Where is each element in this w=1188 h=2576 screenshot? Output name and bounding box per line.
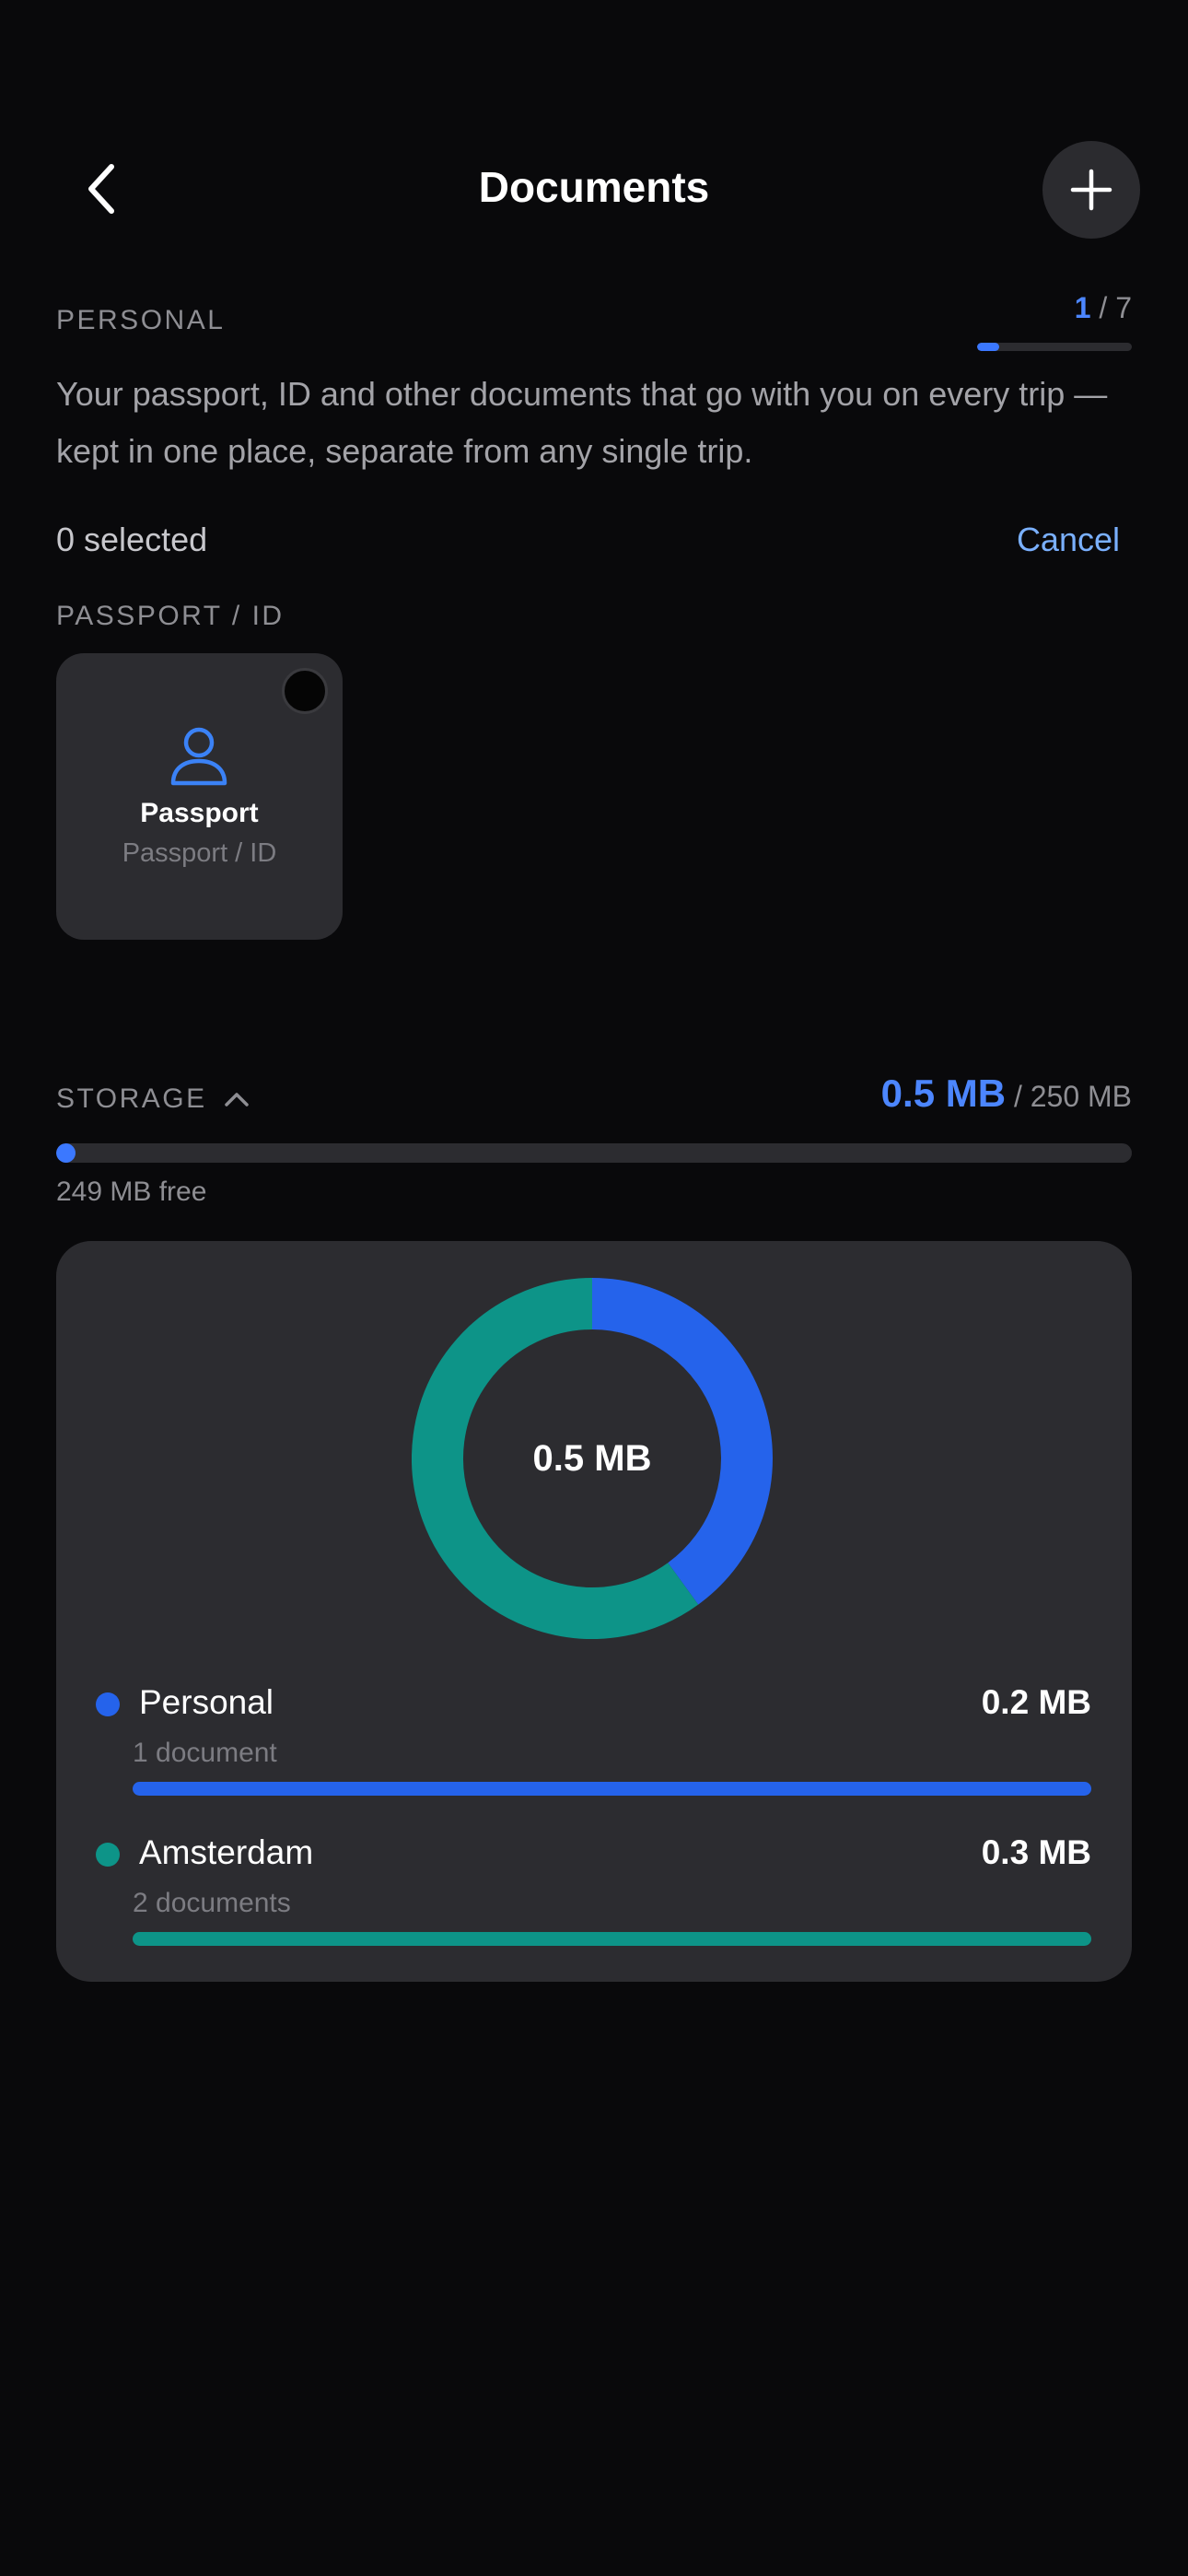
counter-current: 1	[1074, 291, 1091, 324]
storage-used: 0.5 MB	[880, 1071, 1007, 1115]
storage-total: / 250 MB	[1013, 1080, 1132, 1113]
document-type: Passport / ID	[122, 838, 277, 868]
breakdown-size: 0.3 MB	[981, 1833, 1091, 1871]
storage-progress-fill	[56, 1143, 76, 1163]
breakdown-size: 0.2 MB	[981, 1683, 1091, 1721]
breakdown-bar	[133, 1782, 1091, 1796]
breakdown-name: Amsterdam	[139, 1833, 314, 1871]
plus-icon	[1070, 169, 1112, 211]
selection-count: 0 selected	[56, 521, 208, 558]
document-counter: 1 / 7	[1075, 291, 1132, 325]
person-icon	[170, 727, 227, 786]
counter-total: / 7	[1099, 291, 1132, 324]
document-card[interactable]: Passport Passport / ID	[56, 653, 343, 940]
storage-breakdown-card: 0.5 MB Personal 0.2 MB 1 document Amster…	[56, 1241, 1132, 1982]
breakdown-bar	[133, 1932, 1091, 1946]
document-count-progress-fill	[977, 343, 999, 351]
section-label-personal: PERSONAL	[56, 305, 226, 335]
storage-toggle[interactable]: STORAGE	[56, 1083, 250, 1115]
storage-free: 249 MB free	[56, 1177, 207, 1207]
breakdown-count: 2 documents	[133, 1888, 291, 1918]
document-count-progress	[977, 343, 1132, 351]
storage-usage: 0.5 MB / 250 MB	[881, 1071, 1132, 1116]
chevron-up-icon	[224, 1093, 249, 1107]
group-label: PASSPORT / ID	[56, 601, 285, 631]
breakdown-count: 1 document	[133, 1738, 277, 1768]
breakdown-name: Personal	[139, 1683, 274, 1721]
select-checkbox[interactable]	[282, 668, 328, 714]
legend-dot	[96, 1692, 120, 1716]
legend-dot	[96, 1843, 120, 1867]
storage-label: STORAGE	[56, 1083, 207, 1114]
cancel-button[interactable]: Cancel	[1017, 521, 1120, 559]
section-description: Your passport, ID and other documents th…	[56, 375, 1108, 470]
add-document-button[interactable]	[1042, 141, 1140, 239]
storage-progress	[56, 1143, 1132, 1163]
page-title: Documents	[478, 163, 710, 211]
donut-center-label: 0.5 MB	[532, 1437, 652, 1479]
document-name: Passport	[140, 798, 259, 828]
